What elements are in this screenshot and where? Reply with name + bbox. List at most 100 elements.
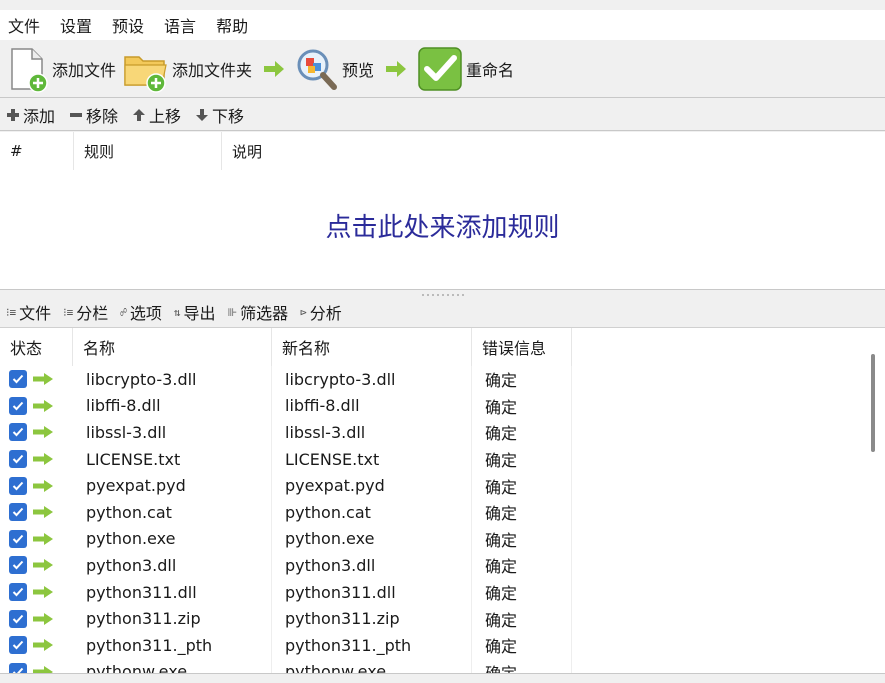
file-panel-tabs: ⁝≡ 文件 ⁝≡ 分栏 ☍ 选项 ⇅ 导出 ⊪ 筛选器 ⊳ 分析 [0,297,885,327]
table-row[interactable]: libssl-3.dll libssl-3.dll 确定 [0,419,885,446]
table-row[interactable]: pyexpat.pyd pyexpat.pyd 确定 [0,472,885,499]
col-error[interactable]: 错误信息 [472,328,572,366]
arrow-right-icon [33,639,53,652]
tab-analyze[interactable]: ⊳ 分析 [300,300,342,324]
arrow-right-icon [264,60,285,77]
rules-toolbar: 添加 移除 上移 下移 [0,99,885,131]
status-cell [0,366,73,393]
remove-rule-label: 移除 [86,106,119,126]
status-cell [0,659,73,673]
arrow-up-icon [133,108,146,121]
menu-language[interactable]: 语言 [164,13,196,37]
row-checkbox[interactable] [9,636,27,655]
menu-file[interactable]: 文件 [8,13,40,37]
table-row[interactable]: pythonw.exe pythonw.exe 确定 [0,658,885,673]
rename-button[interactable]: 重命名 [416,44,514,94]
tab-export[interactable]: ⇅ 导出 [174,300,216,324]
table-row[interactable]: python3.dll python3.dll 确定 [0,552,885,579]
check-icon [12,428,24,437]
table-row[interactable]: libffi-8.dll libffi-8.dll 确定 [0,392,885,420]
new-name-cell: pythonw.exe [272,658,472,673]
tab-filters[interactable]: ⊪ 筛选器 [228,300,289,324]
row-checkbox[interactable] [9,476,27,495]
menu-presets[interactable]: 预设 [112,13,144,37]
error-cell: 确定 [472,498,572,526]
move-up-button[interactable]: 上移 [132,103,181,127]
name-cell: libssl-3.dll [73,419,272,446]
row-checkbox[interactable] [9,450,27,469]
name-cell: python311.zip [73,605,272,632]
rules-panel[interactable]: # 规则 说明 点击此处来添加规则 [0,132,885,290]
tab-filters-label: 筛选器 [240,304,289,323]
new-name-cell: libcrypto-3.dll [272,366,472,393]
table-row[interactable]: python.cat python.cat 确定 [0,498,885,526]
status-cell [0,393,73,420]
check-icon [12,375,24,384]
new-name-cell: python3.dll [272,552,472,579]
add-rule-hint[interactable]: 点击此处来添加规则 [0,207,885,244]
row-checkbox[interactable] [9,609,27,628]
col-new-name[interactable]: 新名称 [272,328,472,366]
error-cell: 确定 [472,445,572,473]
table-row[interactable]: LICENSE.txt LICENSE.txt 确定 [0,445,885,473]
row-checkbox[interactable] [9,423,27,442]
new-name-cell: python311.dll [272,578,472,606]
tab-options[interactable]: ☍ 选项 [120,300,162,324]
check-icon [12,641,24,650]
row-checkbox[interactable] [9,662,27,673]
col-status[interactable]: 状态 [0,328,73,366]
arrow-right-icon [386,60,407,77]
rules-col-rule[interactable]: 规则 [74,132,222,170]
error-cell: 确定 [472,419,572,446]
add-rule-button[interactable]: 添加 [6,103,55,127]
filter-icon: ⊪ [227,305,238,319]
table-row[interactable]: libcrypto-3.dll libcrypto-3.dll 确定 [0,366,885,393]
status-cell [0,605,73,632]
error-cell: 确定 [472,366,572,393]
add-files-button[interactable]: 添加文件 [6,44,116,94]
tab-columns[interactable]: ⁝≡ 分栏 [63,300,108,324]
add-files-label: 添加文件 [52,60,117,80]
table-row[interactable]: python311._pth python311._pth 确定 [0,631,885,659]
status-cell [0,632,73,659]
arrow-right-icon [33,399,53,412]
new-name-cell: pyexpat.pyd [272,472,472,499]
check-icon [12,561,24,570]
menu-settings[interactable]: 设置 [60,13,92,37]
error-cell: 确定 [472,658,572,673]
tab-export-label: 导出 [183,304,216,323]
preview-label: 预览 [342,60,375,80]
move-down-label: 下移 [212,106,245,126]
row-checkbox[interactable] [9,529,27,548]
name-cell: pythonw.exe [73,658,272,673]
tab-files[interactable]: ⁝≡ 文件 [6,300,51,324]
name-cell: python311._pth [73,631,272,659]
vertical-scrollbar[interactable] [871,354,875,452]
row-checkbox[interactable] [9,503,27,522]
tab-files-label: 文件 [19,304,52,323]
table-row[interactable]: python311.zip python311.zip 确定 [0,605,885,632]
remove-rule-button[interactable]: 移除 [69,103,118,127]
table-row[interactable]: python311.dll python311.dll 确定 [0,578,885,606]
file-list[interactable]: 状态 名称 新名称 错误信息 libcrypto-3.dll libcrypto… [0,327,885,673]
row-checkbox[interactable] [9,370,27,389]
check-icon [12,614,24,624]
add-file-icon [11,47,48,93]
menu-help[interactable]: 帮助 [216,13,248,37]
rules-col-index[interactable]: # [0,132,74,170]
row-checkbox[interactable] [9,583,27,602]
table-row[interactable]: python.exe python.exe 确定 [0,525,885,553]
file-rows: libcrypto-3.dll libcrypto-3.dll 确定 libff… [0,366,885,673]
add-rule-label: 添加 [23,106,56,126]
move-down-button[interactable]: 下移 [195,103,244,127]
rules-col-description[interactable]: 说明 [222,132,882,170]
col-name[interactable]: 名称 [73,328,272,366]
row-checkbox[interactable] [9,396,27,415]
row-checkbox[interactable] [9,556,27,575]
status-cell [0,526,73,553]
name-cell: python.exe [73,525,272,553]
preview-button[interactable]: 预览 [294,44,374,94]
tab-analyze-label: 分析 [309,304,342,323]
name-cell: libcrypto-3.dll [73,366,272,393]
add-folder-button[interactable]: 添加文件夹 [122,44,252,94]
